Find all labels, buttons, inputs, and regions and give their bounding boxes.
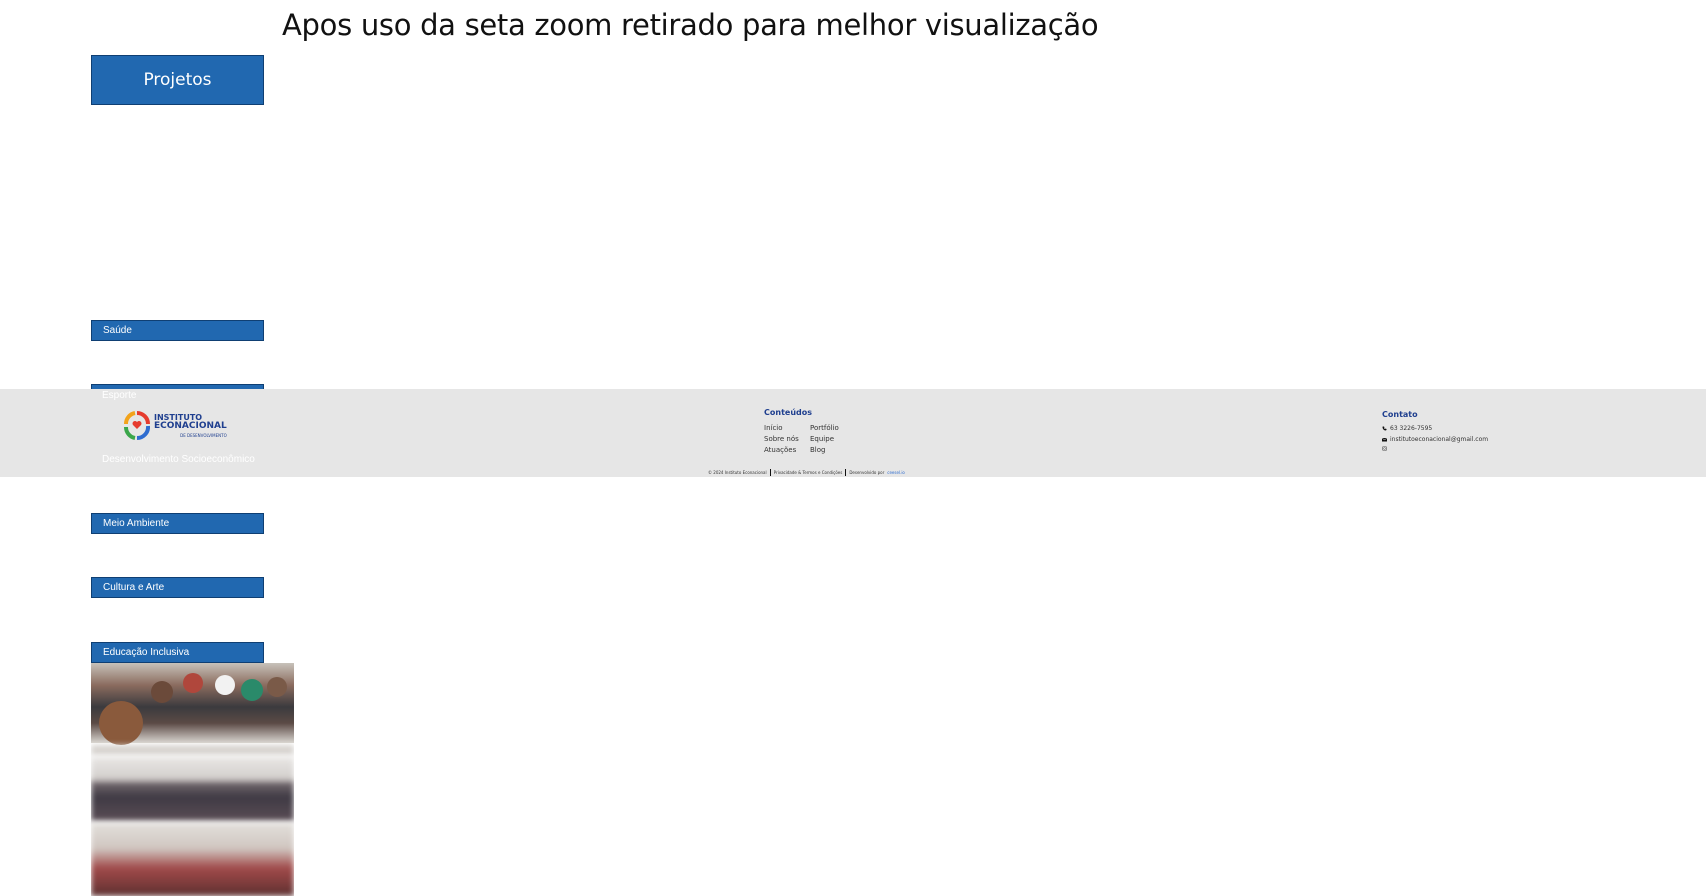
developer-link[interactable]: ceesel.io	[887, 470, 905, 475]
footer-social[interactable]	[1382, 446, 1387, 451]
logo-emblem-icon	[124, 411, 150, 441]
footer-link-blog[interactable]: Blog	[810, 446, 825, 454]
email-text: institutoeconacional@gmail.com	[1390, 436, 1489, 443]
footer-link-portfolio[interactable]: Portfólio	[810, 424, 839, 432]
project-photo-blurred	[91, 823, 294, 896]
project-photo-group	[91, 663, 294, 745]
logo-text-line2: ECONACIONAL	[154, 420, 227, 431]
logo-text-line3: DE DESENVOLVIMENTO	[180, 432, 227, 438]
footer-phone[interactable]: 63 3226-7595	[1382, 425, 1432, 432]
footer-link-inicio[interactable]: Início	[764, 424, 783, 432]
project-photo-blurred	[91, 781, 294, 821]
footer-contents-title: Conteúdos	[764, 408, 812, 417]
email-icon	[1382, 437, 1387, 442]
category-button-meio-ambiente[interactable]: Meio Ambiente	[91, 513, 264, 534]
category-button-saude[interactable]: Saúde	[91, 320, 264, 341]
footer-link-equipe[interactable]: Equipe	[810, 435, 834, 443]
category-button-cultura-arte[interactable]: Cultura e Arte	[91, 577, 264, 598]
footer-email[interactable]: institutoeconacional@gmail.com	[1382, 436, 1488, 443]
footer-link-sobre-nos[interactable]: Sobre nós	[764, 435, 799, 443]
privacy-link[interactable]: Privacidade & Termos e Condições	[774, 470, 843, 475]
project-photo-gallery	[91, 663, 294, 896]
footer	[0, 389, 1706, 477]
copyright-text: © 2024 Instituto Econacional	[708, 470, 767, 475]
category-label-esporte: Esporte	[102, 390, 137, 401]
footer-link-atuacoes[interactable]: Atuações	[764, 446, 796, 454]
project-photo-blurred	[91, 745, 294, 755]
projects-button[interactable]: Projetos	[91, 55, 264, 105]
phone-icon	[1382, 426, 1387, 431]
project-photo-blurred	[91, 757, 294, 783]
category-label-desenvolvimento: Desenvolvimento Socioeconômico	[102, 454, 255, 465]
annotation-text: Apos uso da seta zoom retirado para melh…	[282, 8, 1099, 42]
copyright-separator	[769, 469, 771, 476]
footer-logo[interactable]: INSTITUTO ECONACIONAL DE DESENVOLVIMENTO	[124, 411, 227, 441]
copyright-separator	[845, 469, 847, 476]
developed-by-text: Desenvolvido por	[849, 470, 885, 475]
footer-copyright: © 2024 Instituto Econacional Privacidade…	[708, 469, 905, 476]
category-button-educacao-inclusiva[interactable]: Educação Inclusiva	[91, 642, 264, 663]
phone-text: 63 3226-7595	[1390, 425, 1433, 432]
instagram-icon	[1382, 446, 1387, 451]
footer-contact-title: Contato	[1382, 410, 1418, 419]
